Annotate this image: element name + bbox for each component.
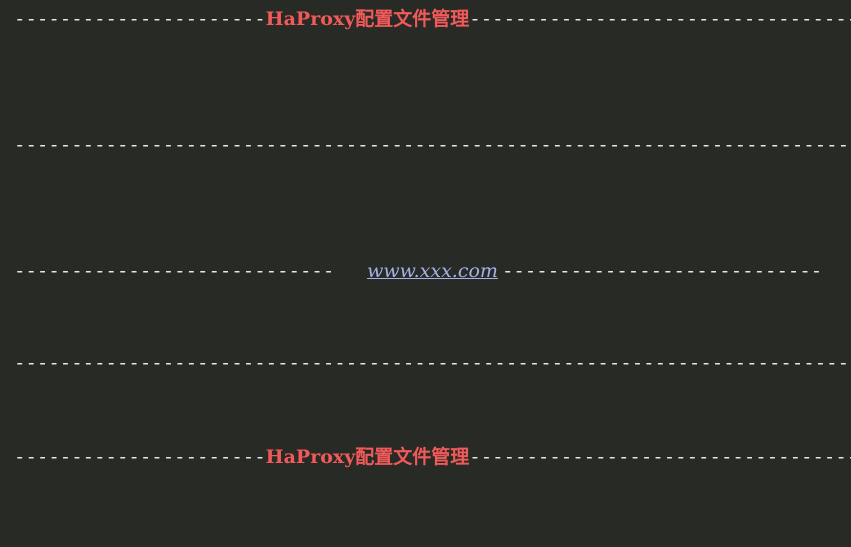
detail-header-url: www.xxx.com (367, 260, 498, 282)
spacer-row (0, 98, 851, 130)
bottom-menu-title-rule: ----------------------HaProxy配置文件管理-----… (0, 442, 851, 472)
title-dashes-right: ----------------------------------------… (469, 8, 851, 30)
list-item[interactable]: 1www.xxx.com (0, 472, 851, 504)
table-row: 1 server:1.2.3.4 weight:45 maxconn:3456 (0, 286, 851, 318)
prompt-command-row: 请输入指令（A）新建、（D）删除、（M）修改、（C）查询、（Q）退出：D (0, 160, 851, 192)
prompt-backend-number-row: 请选择Backend编号：1 (0, 224, 851, 256)
success-message-row: 删除成功！ (0, 410, 851, 442)
list-item[interactable]: 2www.oldboy.org (0, 66, 851, 98)
top-menu-title-rule: ----------------------HaProxy配置文件管理-----… (0, 4, 851, 34)
separator-dashes: ----------------------------------------… (14, 134, 851, 156)
spacer-row (0, 318, 851, 348)
separator-line: ----------------------------------------… (0, 348, 851, 378)
title-dashes-right: ----------------------------------------… (469, 446, 851, 468)
prompt-select-server-row: 选择要删除的Server:1 (0, 378, 851, 410)
menu-title: HaProxy配置文件管理 (265, 8, 470, 30)
detail-dashes-left: ---------------------------- (14, 260, 335, 282)
title-dashes-left: ---------------------- (14, 8, 266, 30)
terminal-window: ----------------------HaProxy配置文件管理-----… (0, 0, 851, 547)
separator-dashes: ----------------------------------------… (14, 352, 851, 374)
detail-dashes-right: ---------------------------- (501, 260, 823, 282)
prompt-delete-target-row: 删除Backend（B） or Server（S）？：S (0, 192, 851, 224)
detail-header-rule: ---------------------------- www.xxx.com -… (0, 256, 851, 286)
separator-line: ----------------------------------------… (0, 130, 851, 160)
bottom-menu-title: HaProxy配置文件管理 (265, 446, 470, 468)
list-item[interactable]: 2www.oldboy.org (0, 504, 851, 536)
title-dashes-left: ---------------------- (14, 446, 266, 468)
list-item[interactable]: 1www.xxx.com (0, 34, 851, 66)
